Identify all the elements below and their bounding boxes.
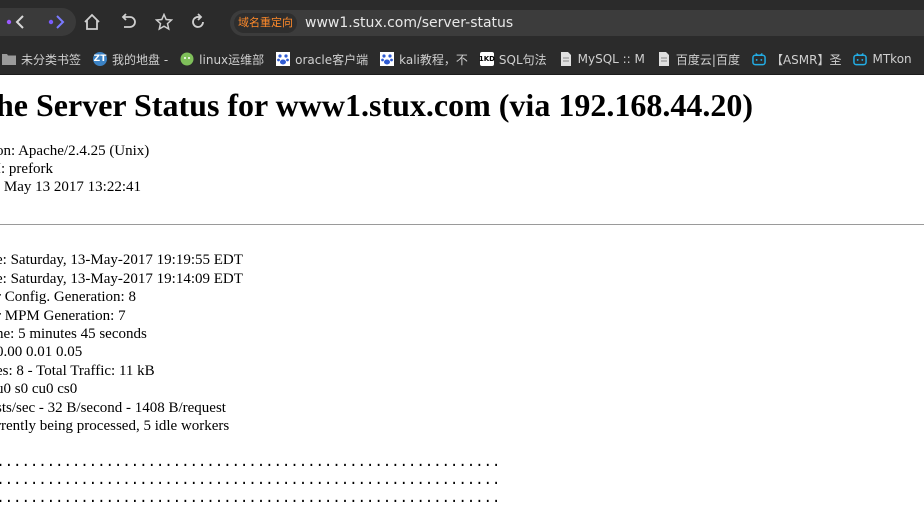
bookmark-label: 未分类书签 (21, 52, 82, 67)
bookmark-item[interactable]: 【ASMR】圣 (752, 51, 842, 68)
bookmark-item[interactable]: MySQL :: M (559, 52, 645, 66)
browser-toolbar: 域名重定向 www1.stux.com/server-status (0, 0, 924, 44)
bilibili-icon (853, 52, 868, 66)
reload-button[interactable] (184, 8, 212, 36)
bookmark-star-button[interactable] (150, 8, 178, 36)
scoreboard-row: ........................................… (0, 472, 501, 489)
undo-button[interactable] (114, 8, 142, 36)
bookmark-item[interactable]: 未分类书签 (2, 51, 81, 68)
1kd-logo-icon: 1KD (479, 52, 495, 66)
bookmark-item[interactable]: oracle客户端 (276, 51, 368, 68)
bookmark-label: 我的地盘 - (112, 52, 169, 67)
bookmark-label: linux运维部 (199, 52, 265, 67)
folder-icon (2, 52, 16, 66)
current-time-line: e: Saturday, 13-May-2017 19:19:55 EDT (0, 252, 243, 268)
bookmark-label: 百度云|百度 (675, 52, 740, 67)
page-icon (559, 52, 573, 66)
traffic-line: es: 8 - Total Traffic: 11 kB (0, 363, 155, 379)
bookmark-item[interactable]: ZT 我的地盘 - (93, 51, 168, 68)
scoreboard-row: ........................................… (0, 454, 501, 471)
load-line: 0.00 0.01 0.05 (0, 344, 83, 360)
baidu-paw-icon (276, 52, 291, 66)
page-icon (657, 52, 671, 66)
wechat-icon (180, 52, 194, 66)
config-generation-line: r Config. Generation: 8 (0, 289, 136, 305)
divider (0, 224, 924, 225)
reload-icon (192, 13, 204, 28)
home-button[interactable] (78, 8, 106, 36)
cpu-usage-line: u0 s0 cu0 cs0 (0, 381, 78, 397)
star-icon (155, 13, 173, 31)
bookmark-label: kali教程，不 (399, 52, 468, 67)
bookmark-label: oracle客户端 (295, 52, 369, 67)
forward-arrow-icon (48, 15, 65, 29)
page-content: he Server Status for www1.stux.com (via … (0, 75, 924, 508)
server-built-line: : May 13 2017 13:22:41 (0, 179, 141, 195)
bookmark-item[interactable]: MTkon (853, 52, 912, 66)
bilibili-icon (752, 52, 766, 66)
url-text[interactable]: www1.stux.com/server-status (305, 15, 513, 31)
address-bar[interactable]: 域名重定向 www1.stux.com/server-status (230, 10, 924, 36)
bookmark-list: 未分类书签 ZT 我的地盘 - linux运维部 oracle客户端 kali教程，不 1K… (2, 51, 924, 68)
back-arrow-icon (6, 15, 24, 29)
bookmark-item[interactable]: linux运维部 (180, 51, 264, 68)
bookmark-item[interactable]: 1KD SQL句法 (479, 51, 547, 68)
uptime-line: ne: 5 minutes 45 seconds (0, 326, 147, 342)
bookmark-item[interactable]: 百度云|百度 (657, 51, 740, 68)
bookmark-label: 【ASMR】圣 (770, 52, 842, 67)
scoreboard-row: ........................................… (0, 490, 501, 507)
back-button[interactable] (2, 8, 30, 36)
forward-button[interactable] (44, 8, 72, 36)
baidu-paw-icon (380, 52, 395, 66)
undo-icon (121, 13, 136, 28)
server-version-line: on: Apache/2.4.25 (Unix) (0, 143, 150, 159)
bookmarks-bar: 未分类书签 ZT 我的地盘 - linux运维部 oracle客户端 kali教程，不 1K… (0, 44, 924, 75)
home-icon (84, 13, 100, 30)
zt-logo-icon: ZT (93, 52, 108, 66)
page-title: he Server Status for www1.stux.com (via … (0, 87, 753, 123)
restart-time-line: e: Saturday, 13-May-2017 19:14:09 EDT (0, 271, 243, 287)
server-mpm-line: I: prefork (0, 161, 54, 177)
bookmark-label: SQL句法 (498, 52, 547, 67)
bookmark-item[interactable]: kali教程，不 (380, 51, 468, 68)
mpm-generation-line: r MPM Generation: 7 (0, 308, 126, 324)
redirect-badge[interactable]: 域名重定向 (234, 13, 297, 33)
bookmark-label: MTkon (872, 52, 912, 66)
workers-line: rrently being processed, 5 idle workers (0, 418, 230, 434)
bookmark-label: MySQL :: M (577, 52, 645, 66)
requests-line: sts/sec - 32 B/second - 1408 B/request (0, 400, 226, 416)
